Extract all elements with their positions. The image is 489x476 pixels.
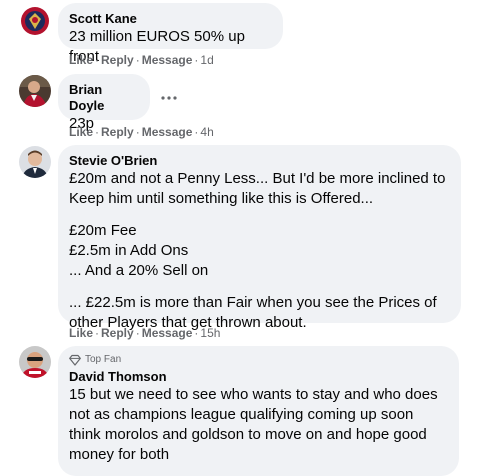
comment-author[interactable]: Scott Kane: [69, 11, 271, 27]
comment-text: ... £22.5m is more than Fair when you se…: [69, 294, 437, 311]
comment: Scott Kane 23 million EUROS 50% up front…: [0, 0, 489, 70]
avatar[interactable]: [19, 5, 51, 37]
comment-timestamp[interactable]: 15h: [200, 326, 220, 340]
message-button[interactable]: Message: [142, 53, 193, 67]
comment-text: money for both: [69, 446, 170, 463]
comment-author[interactable]: Stevie O'Brien: [69, 153, 449, 169]
comment-text: think morolos and goldson to move on and…: [69, 426, 427, 443]
comment: Brian Doyle 23p Like · Reply · Message · 4h: [0, 70, 489, 142]
message-button[interactable]: Message: [142, 125, 193, 139]
comment-text: not as champions league qualifying comin…: [69, 406, 414, 423]
diamond-icon: [69, 354, 81, 366]
comment-text: £20m Fee: [69, 222, 137, 239]
comment-text: Keep him until something like this is Of…: [69, 190, 374, 207]
top-fan-badge[interactable]: Top Fan: [69, 353, 447, 367]
comment-text: £20m and not a Penny Less... But I'd be …: [69, 170, 446, 187]
comment-text: £2.5m in Add Ons: [69, 242, 189, 259]
avatar[interactable]: [19, 346, 51, 378]
avatar[interactable]: [19, 146, 51, 178]
comment-text: 15 but we need to see who wants to stay …: [69, 386, 438, 403]
like-button[interactable]: Like: [69, 326, 93, 340]
more-options-button[interactable]: [157, 86, 181, 106]
separator: ·: [135, 53, 140, 67]
comment-bubble: Scott Kane 23 million EUROS 50% up front: [58, 3, 283, 65]
more-horizontal-icon: [161, 87, 177, 105]
separator: ·: [95, 53, 100, 67]
comment-timestamp[interactable]: 1d: [200, 53, 213, 67]
reply-button[interactable]: Reply: [101, 53, 134, 67]
comment-author[interactable]: Brian Doyle: [69, 82, 138, 114]
comment-bubble: Top Fan David Thomson 15 but we need to …: [58, 346, 459, 476]
message-button[interactable]: Message: [142, 326, 193, 340]
avatar[interactable]: [19, 75, 51, 107]
comment-actions: Like · Reply · Message · 1d: [69, 52, 214, 68]
reply-button[interactable]: Reply: [101, 125, 134, 139]
comment: Top Fan David Thomson 15 but we need to …: [0, 342, 489, 476]
comment-bubble: Stevie O'Brien £20m and not a Penny Less…: [58, 145, 461, 331]
badge-label: Top Fan: [85, 354, 122, 365]
reply-button[interactable]: Reply: [101, 326, 134, 340]
comment-actions: Like · Reply · Message · 15h: [69, 325, 220, 341]
separator: ·: [95, 326, 100, 340]
comment-actions: Like · Reply · Message · 4h: [69, 124, 214, 140]
separator: ·: [135, 125, 140, 139]
separator: ·: [95, 125, 100, 139]
like-button[interactable]: Like: [69, 125, 93, 139]
like-button[interactable]: Like: [69, 53, 93, 67]
separator: ·: [135, 326, 140, 340]
comment-bubble: Brian Doyle 23p: [58, 74, 150, 132]
comment-timestamp[interactable]: 4h: [200, 125, 213, 139]
comment-text: ... And a 20% Sell on: [69, 262, 209, 279]
comment-author[interactable]: David Thomson: [69, 369, 447, 385]
comment: Stevie O'Brien £20m and not a Penny Less…: [0, 142, 489, 342]
